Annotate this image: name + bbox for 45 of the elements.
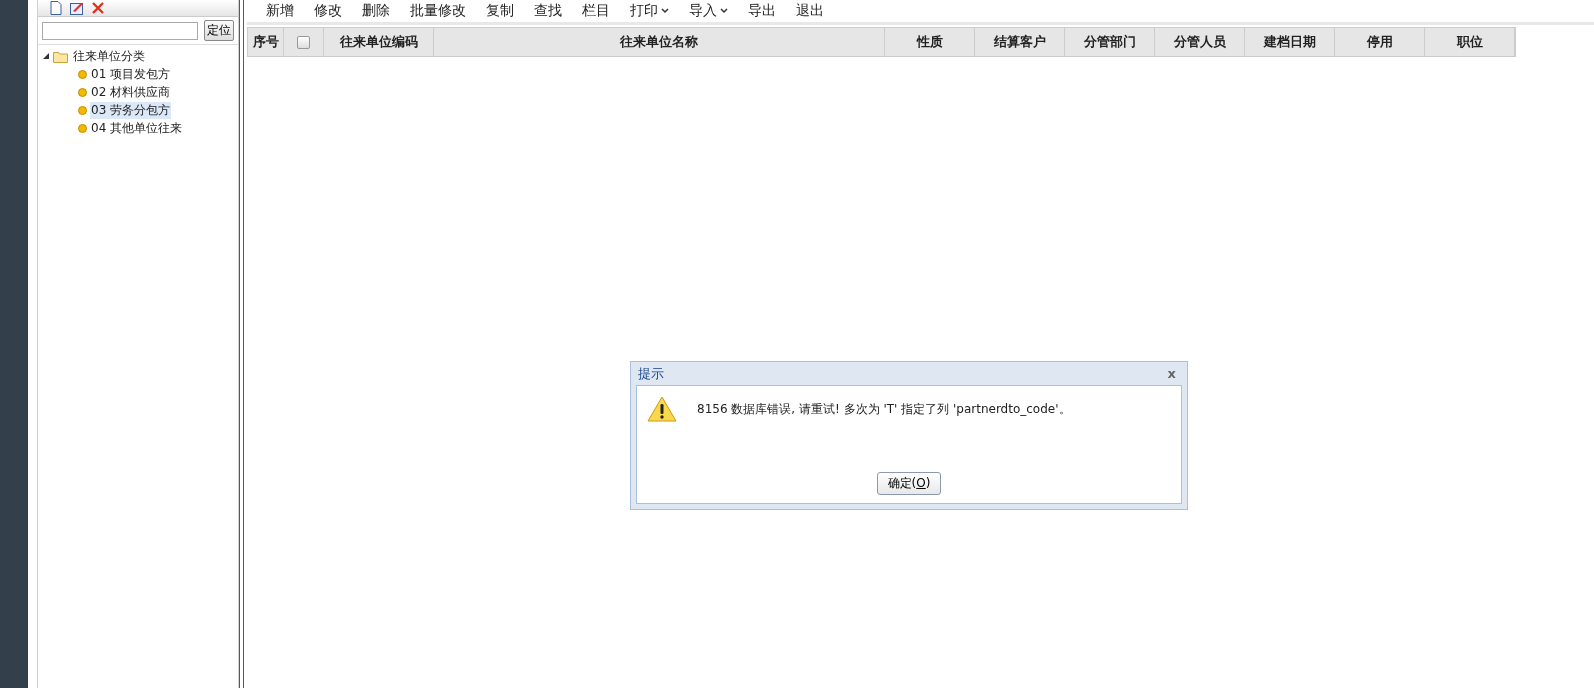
column-header: 序号 [248, 28, 284, 56]
locate-button[interactable]: 定位 [204, 20, 234, 41]
checkbox[interactable] [297, 35, 310, 49]
dialog-title: 提示 [638, 364, 664, 383]
error-message: 8156 数据库错误, 请重试! 多次为 'T' 指定了列 'partnerdto_code'。 [697, 400, 1071, 418]
dot-icon [78, 105, 87, 115]
tree-item[interactable]: 01 项目发包方 [90, 65, 172, 83]
tree-item[interactable]: 往来单位分类 [72, 47, 146, 65]
column-header: 往来单位名称 [434, 28, 885, 56]
caret-icon [720, 8, 728, 14]
dot-icon [78, 69, 87, 79]
column-header: 停用 [1335, 28, 1425, 56]
tree-item[interactable]: 04 其他单位往来 [90, 119, 184, 137]
dot-icon [78, 123, 87, 133]
column-header: 分管部门 [1065, 28, 1155, 56]
toolbar-button[interactable]: 打印 [620, 2, 679, 20]
tree-item[interactable]: 03 劳务分包方 [90, 101, 172, 119]
warning-icon [647, 396, 677, 422]
toolbar-button[interactable]: 栏目 [572, 2, 620, 20]
toolbar-button[interactable]: 复制 [476, 2, 524, 20]
document-icon[interactable] [50, 1, 62, 15]
column-header: 性质 [885, 28, 975, 56]
close-icon[interactable] [92, 2, 104, 14]
edit-icon[interactable] [70, 1, 84, 15]
ok-button[interactable]: 确定(O) [876, 472, 942, 495]
caret-icon [661, 8, 669, 14]
toolbar-button[interactable]: 新增 [256, 2, 304, 20]
column-header: 往来单位编码 [324, 28, 434, 56]
toolbar-button[interactable]: 批量修改 [400, 2, 476, 20]
toolbar-button[interactable]: 导入 [679, 2, 738, 20]
toolbar-button[interactable]: 退出 [786, 2, 834, 20]
toolbar-button[interactable]: 查找 [524, 2, 572, 20]
column-header: 结算客户 [975, 28, 1065, 56]
toolbar-button[interactable]: 删除 [352, 2, 400, 20]
toolbar-button[interactable]: 导出 [738, 2, 786, 20]
column-header: 建档日期 [1245, 28, 1335, 56]
column-header: 职位 [1425, 28, 1515, 56]
expanded-triangle-icon[interactable] [42, 52, 50, 60]
folder-icon [53, 49, 69, 63]
close-button[interactable]: x [1163, 366, 1180, 381]
dot-icon [78, 87, 87, 97]
search-field[interactable] [42, 21, 198, 40]
toolbar-button[interactable]: 修改 [304, 2, 352, 20]
tree-item[interactable]: 02 材料供应商 [90, 83, 172, 101]
column-header: 分管人员 [1155, 28, 1245, 56]
